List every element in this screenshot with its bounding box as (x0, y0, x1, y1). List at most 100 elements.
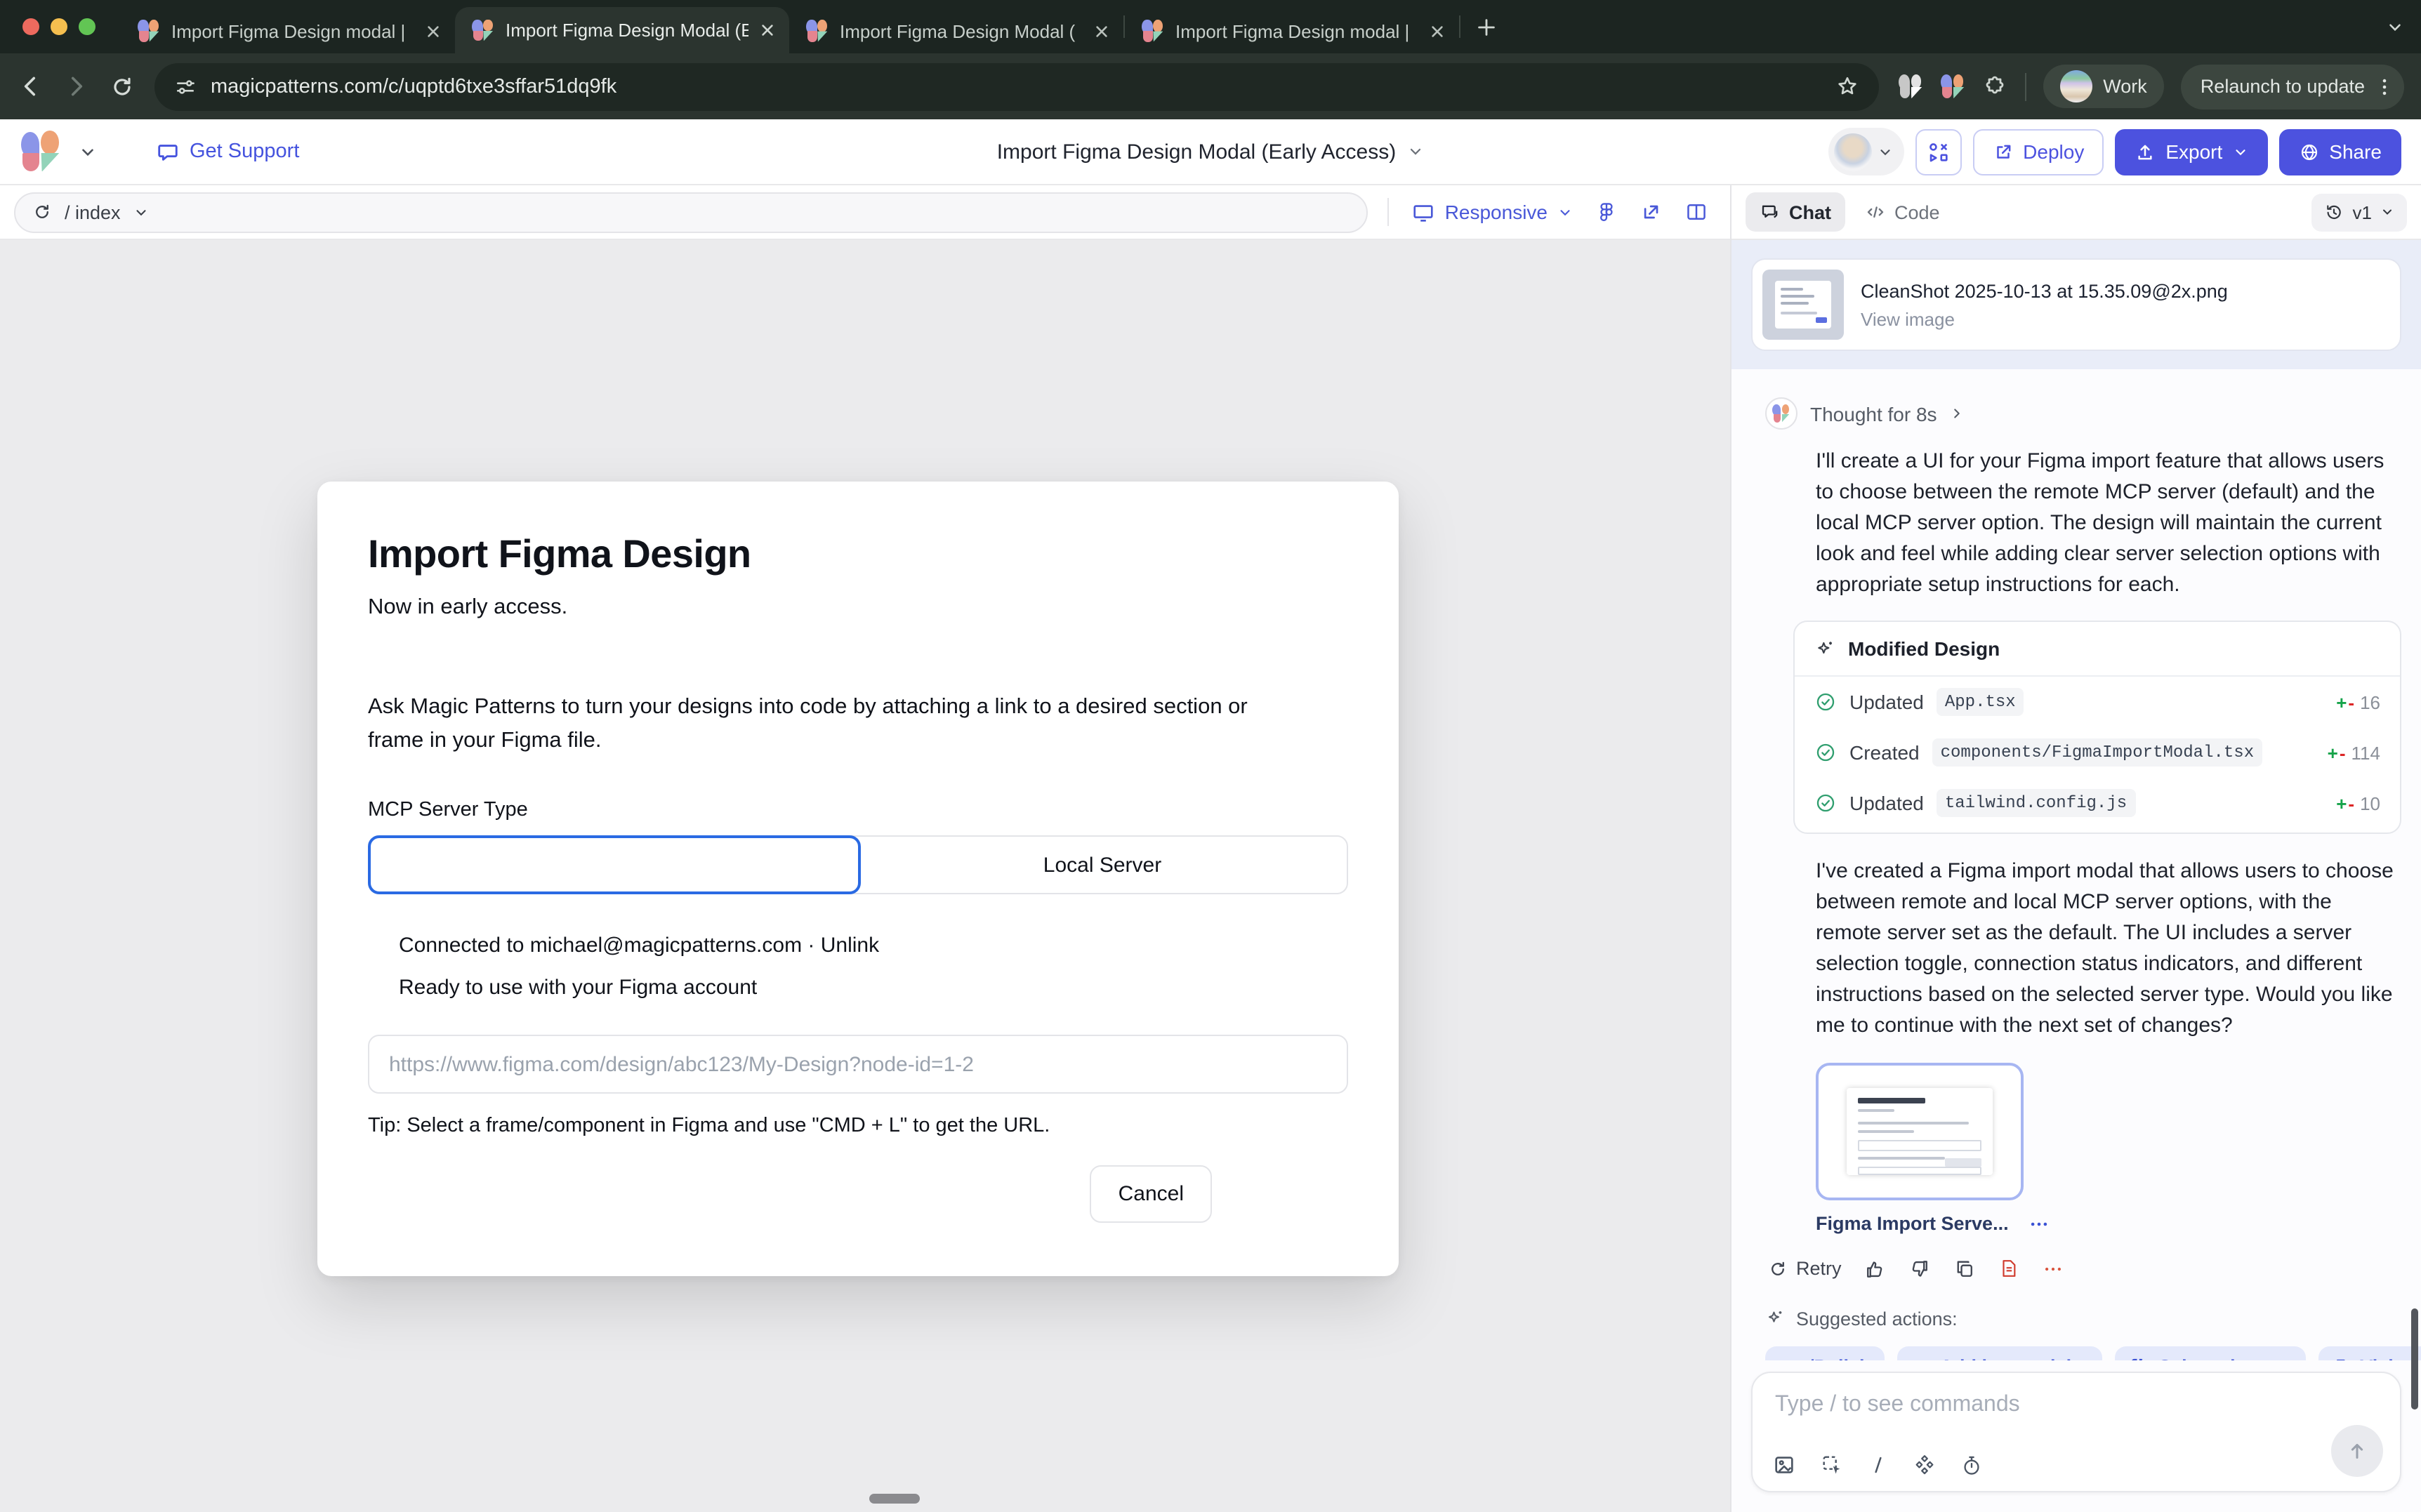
slash-command-icon[interactable] (1868, 1454, 1889, 1475)
file-change-row[interactable]: Updated tailwind.config.js +-10 (1795, 778, 2400, 833)
close-tab-icon[interactable] (426, 23, 441, 39)
thumbs-up-icon[interactable] (1864, 1257, 1887, 1280)
bookmark-star-icon[interactable] (1835, 74, 1859, 98)
profile-chip[interactable]: Work (2043, 65, 2164, 108)
extension-magicpatterns-icon[interactable] (1940, 74, 1965, 99)
image-icon[interactable] (1772, 1453, 1796, 1477)
file-action: Created (1849, 741, 1920, 764)
copy-icon[interactable] (1954, 1257, 1977, 1280)
reload-icon[interactable] (110, 74, 135, 99)
figma-icon[interactable] (1595, 201, 1618, 223)
magicpatterns-favicon (806, 20, 829, 42)
deploy-button[interactable]: Deploy (1972, 128, 2104, 175)
retry-refresh-icon (1768, 1259, 1788, 1278)
site-settings-icon[interactable] (174, 75, 197, 98)
relaunch-to-update-button[interactable]: Relaunch to update (2181, 64, 2404, 109)
magicpatterns-logo[interactable] (20, 131, 62, 173)
attachment-card[interactable]: CleanShot 2025-10-13 at 15.35.09@2x.png … (1751, 258, 2401, 351)
connection-status[interactable]: Connected to michael@magicpatterns.com ·… (368, 934, 1348, 957)
artifact-label[interactable]: Figma Import Serve... (1816, 1213, 2009, 1234)
route-selector[interactable]: / index (14, 192, 1368, 232)
close-tab-icon[interactable] (1094, 23, 1109, 39)
more-options-icon[interactable] (2043, 1257, 2065, 1280)
share-globe-icon (2298, 141, 2319, 162)
tab-4[interactable]: Import Figma Design modal | (1125, 8, 1459, 53)
chat-scrollbar-thumb[interactable] (2411, 1308, 2418, 1410)
canvas-toolbar-icons: Responsive (1387, 198, 1716, 226)
new-tab-button[interactable] (1475, 15, 1498, 39)
check-circle-icon (1814, 741, 1837, 764)
tab-3[interactable]: Import Figma Design Modal ( (789, 8, 1123, 53)
tab-1[interactable]: Import Figma Design modal | (121, 8, 455, 53)
export-button[interactable]: Export (2115, 128, 2267, 175)
route-chevron-down-icon (133, 204, 149, 220)
suggestion-visit-docs[interactable]: Visit docs (2318, 1346, 2421, 1360)
close-tab-icon[interactable] (760, 22, 775, 38)
thought-row[interactable]: Thought for 8s (1765, 397, 2401, 430)
diff-minus: - (2340, 742, 2346, 763)
address-bar[interactable]: magicpatterns.com/c/uqptd6txe3sffar51dq9… (154, 62, 1878, 110)
route-label: / index (65, 201, 121, 223)
figma-url-input[interactable] (368, 1035, 1348, 1094)
browser-menu-kebab-icon[interactable] (2373, 75, 2396, 98)
server-option-local[interactable]: Local Server (858, 837, 1347, 893)
get-support-link[interactable]: Get Support (156, 140, 299, 164)
message-actions: Retry (1768, 1257, 2401, 1280)
extensions-puzzle-icon[interactable] (1982, 74, 2007, 99)
send-arrow-icon (2345, 1439, 2369, 1463)
chat-input-box[interactable] (1751, 1372, 2401, 1492)
tab-title: Import Figma Design Modal (E (506, 20, 748, 41)
diff-count: 16 (2360, 691, 2380, 712)
chat-messages[interactable]: CleanShot 2025-10-13 at 15.35.09@2x.png … (1731, 240, 2421, 1360)
browser-window: Import Figma Design modal | Import Figma… (0, 0, 2421, 1512)
file-change-row[interactable]: Created components/FigmaImportModal.tsx … (1795, 727, 2400, 778)
responsive-selector[interactable]: Responsive (1411, 200, 1573, 224)
url-text[interactable]: magicpatterns.com/c/uqptd6txe3sffar51dq9… (211, 75, 1821, 98)
timer-icon[interactable] (1960, 1454, 1983, 1476)
tab-chat[interactable]: Chat (1746, 192, 1845, 232)
file-change-row[interactable]: Updated App.tsx +-16 (1795, 677, 2400, 727)
tab-2-active[interactable]: Import Figma Design Modal (E (455, 7, 789, 53)
artifact-more-options-icon[interactable] (2029, 1212, 2051, 1235)
user-avatar-chip[interactable] (1828, 128, 1904, 175)
send-button[interactable] (2331, 1425, 2383, 1477)
back-icon[interactable] (17, 73, 44, 100)
server-option-remote-selected[interactable] (368, 835, 862, 894)
chat-input-tools (1772, 1453, 1983, 1477)
zoom-window-button[interactable] (79, 18, 95, 35)
thumbs-down-icon[interactable] (1909, 1257, 1932, 1280)
version-selector[interactable]: v1 (2312, 193, 2407, 231)
tab-title: Import Figma Design modal | (1175, 20, 1418, 41)
suggestion-add-interactivity[interactable]: Add interactivity (1898, 1346, 2103, 1360)
extension-magicpatterns-gray-icon[interactable] (1898, 74, 1923, 99)
cancel-button[interactable]: Cancel (1090, 1165, 1212, 1223)
route-reload-icon[interactable] (32, 202, 52, 222)
chat-input[interactable] (1772, 1391, 2289, 1419)
open-preview-icon[interactable] (1640, 201, 1663, 223)
minimize-window-button[interactable] (51, 18, 67, 35)
canvas-resize-handle[interactable] (869, 1494, 920, 1504)
retry-button[interactable]: Retry (1768, 1258, 1842, 1279)
close-window-button[interactable] (22, 18, 39, 35)
canvas[interactable]: Import Figma Design Now in early access.… (0, 240, 1730, 1512)
close-tab-icon[interactable] (1430, 23, 1445, 39)
suggestion-select-element[interactable]: Select element (2115, 1346, 2305, 1360)
assistant-paragraph-1: I'll create a UI for your Figma import f… (1816, 446, 2401, 601)
workspace-chevron-down-icon[interactable] (79, 142, 97, 161)
support-bubble-icon (156, 140, 180, 164)
document-icon[interactable] (1999, 1258, 2020, 1279)
artifact-thumbnail[interactable] (1816, 1062, 2024, 1200)
canvas-column: / index Responsive (0, 185, 1730, 1512)
components-button[interactable] (1915, 128, 1961, 175)
tab-code[interactable]: Code (1865, 201, 1940, 223)
forward-icon[interactable] (63, 73, 90, 100)
select-element-icon[interactable] (1820, 1453, 1844, 1477)
split-view-icon[interactable] (1685, 201, 1708, 223)
share-button[interactable]: Share (2278, 128, 2401, 175)
modal-actions: Cancel (368, 1165, 1348, 1223)
commands-diamonds-icon[interactable] (1913, 1453, 1937, 1477)
view-image-link[interactable]: View image (1861, 308, 2228, 329)
profile-avatar (2059, 70, 2092, 102)
tab-search-chevron-icon[interactable] (2386, 0, 2404, 53)
suggestion-polish[interactable]: /Polish (1765, 1346, 1885, 1360)
